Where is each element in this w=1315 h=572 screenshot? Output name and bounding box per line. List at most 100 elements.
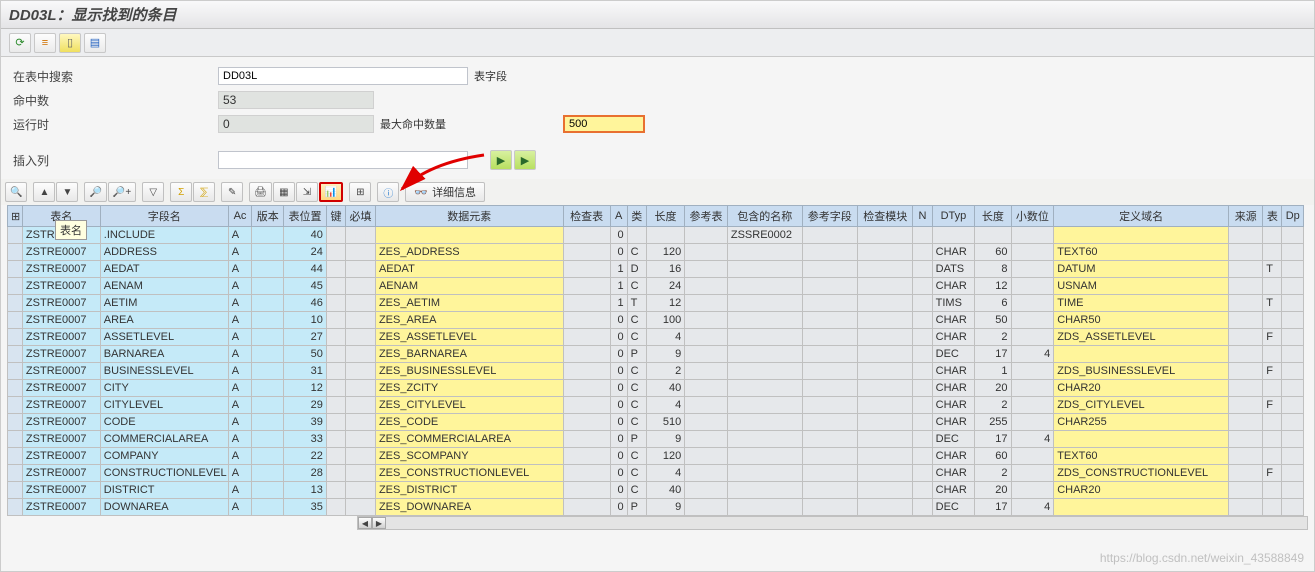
column-header[interactable]: 字段名	[100, 206, 228, 227]
column-header[interactable]: 参考字段	[802, 206, 857, 227]
details-button[interactable]: 👓详细信息	[405, 182, 485, 202]
layout-button[interactable]: ⊞	[349, 182, 371, 202]
table-row[interactable]: ZSTRE0007CITYA12ZES_ZCITY0C40CHAR20CHAR2…	[8, 380, 1304, 397]
cell[interactable]	[8, 261, 23, 278]
column-header[interactable]: A	[610, 206, 627, 227]
filter-button[interactable]: ▽	[142, 182, 164, 202]
cell[interactable]	[8, 346, 23, 363]
table-row[interactable]: ZSTRE0007ASSETLEVELA27ZES_ASSETLEVEL0C4C…	[8, 329, 1304, 346]
column-header[interactable]: 定义域名	[1054, 206, 1229, 227]
column-header[interactable]: Ac	[228, 206, 251, 227]
print-button[interactable]: 🖨	[249, 182, 272, 202]
column-header[interactable]: 类	[627, 206, 646, 227]
cell[interactable]	[8, 227, 23, 244]
column-header[interactable]: 长度	[975, 206, 1011, 227]
cell[interactable]	[8, 380, 23, 397]
column-header[interactable]: 长度	[646, 206, 684, 227]
column-header[interactable]: 版本	[252, 206, 284, 227]
edit-button[interactable]: ✎	[221, 182, 243, 202]
table-row[interactable]: ZSTRE0007BARNAREAA50ZES_BARNAREA0P9DEC17…	[8, 346, 1304, 363]
column-header[interactable]: DTyp	[932, 206, 975, 227]
export-button[interactable]: ⇲	[296, 182, 318, 202]
cell[interactable]	[8, 363, 23, 380]
cell: 6	[975, 295, 1011, 312]
exec-green-button-2[interactable]: ▶	[514, 150, 536, 170]
sort-desc-button[interactable]: ▼	[56, 182, 78, 202]
refresh-button[interactable]: ⟳	[9, 33, 31, 53]
table-row[interactable]: ZSTRE0007CONSTRUCTIONLEVELA28ZES_CONSTRU…	[8, 465, 1304, 482]
cell	[913, 295, 932, 312]
find-button[interactable]: 🔎	[84, 182, 106, 202]
column-header[interactable]: 检查模块	[857, 206, 912, 227]
cell[interactable]	[8, 278, 23, 295]
insert-input[interactable]	[218, 151, 468, 169]
new-button[interactable]: ▯	[59, 33, 81, 53]
column-header[interactable]: 检查表	[563, 206, 610, 227]
search-input[interactable]	[218, 67, 468, 85]
sort-asc-button[interactable]: ▲	[33, 182, 55, 202]
table-row[interactable]: ZSTRE0007CODEA39ZES_CODE0C510CHAR255CHAR…	[8, 414, 1304, 431]
scroll-left-icon[interactable]: ◀	[358, 517, 372, 529]
column-header[interactable]: ⊞	[8, 206, 23, 227]
table-row[interactable]: ZSTRE0007.INCLUDEA400ZSSRE0002	[8, 227, 1304, 244]
column-header[interactable]: 必填	[346, 206, 376, 227]
column-header[interactable]: 参考表	[685, 206, 728, 227]
horizontal-scrollbar[interactable]: ◀ ▶	[357, 516, 1308, 530]
table-row[interactable]: ZSTRE0007BUSINESSLEVELA31ZES_BUSINESSLEV…	[8, 363, 1304, 380]
cell[interactable]	[8, 448, 23, 465]
column-header[interactable]: 包含的名称	[727, 206, 802, 227]
info-button[interactable]: ⓘ	[377, 182, 399, 202]
table-row[interactable]: ZSTRE0007AENAMA45AENAM1C24CHAR12USNAM	[8, 278, 1304, 295]
cell[interactable]	[8, 244, 23, 261]
cell: CHAR	[932, 414, 975, 431]
cell[interactable]	[8, 329, 23, 346]
cell	[1229, 363, 1263, 380]
cell[interactable]	[8, 397, 23, 414]
column-header[interactable]: N	[913, 206, 932, 227]
cell[interactable]	[8, 295, 23, 312]
cell: 2	[975, 329, 1011, 346]
table-row[interactable]: ZSTRE0007DOWNAREAA35ZES_DOWNAREA0P9DEC17…	[8, 499, 1304, 516]
column-header[interactable]: 数据元素	[375, 206, 563, 227]
scroll-right-icon[interactable]: ▶	[372, 517, 386, 529]
cell: ZSTRE0007	[22, 329, 100, 346]
cell[interactable]	[8, 499, 23, 516]
column-header[interactable]: 表位置	[284, 206, 327, 227]
cell[interactable]	[8, 482, 23, 499]
table-row[interactable]: ZSTRE0007AEDATA44AEDAT1D16DATS8DATUMT	[8, 261, 1304, 278]
cell	[685, 261, 728, 278]
cell	[1229, 448, 1263, 465]
cell[interactable]	[8, 431, 23, 448]
column-header[interactable]: Dp	[1282, 206, 1304, 227]
view-button[interactable]: ▦	[273, 182, 295, 202]
column-header[interactable]: 键	[326, 206, 345, 227]
export-excel-button[interactable]: 📊	[319, 182, 343, 202]
table-row[interactable]: ZSTRE0007COMPANYA22ZES_SCOMPANY0C120CHAR…	[8, 448, 1304, 465]
cell	[252, 397, 284, 414]
list-button[interactable]: ▤	[84, 33, 106, 53]
sum-button[interactable]: Σ	[170, 182, 192, 202]
cell: A	[228, 312, 251, 329]
table-row[interactable]: ZSTRE0007COMMERCIALAREAA33ZES_COMMERCIAL…	[8, 431, 1304, 448]
column-header[interactable]: 来源	[1229, 206, 1263, 227]
subtotal-button[interactable]: ⅀	[193, 182, 215, 202]
table-row[interactable]: ZSTRE0007ADDRESSA24ZES_ADDRESS0C120CHAR6…	[8, 244, 1304, 261]
cell[interactable]	[8, 414, 23, 431]
cell: TEXT60	[1054, 244, 1229, 261]
exec-green-button[interactable]: ▶	[490, 150, 512, 170]
table-row[interactable]: ZSTRE0007AREAA10ZES_AREA0C100CHAR50CHAR5…	[8, 312, 1304, 329]
find-next-button[interactable]: 🔎+	[108, 182, 136, 202]
nav-button[interactable]: ≡	[34, 33, 56, 53]
column-header[interactable]: 小数位	[1011, 206, 1054, 227]
max-hits-input[interactable]	[563, 115, 645, 133]
details-icon-button[interactable]: 🔍	[5, 182, 27, 202]
cell[interactable]	[8, 465, 23, 482]
cell	[685, 448, 728, 465]
column-header[interactable]: 表	[1263, 206, 1282, 227]
table-row[interactable]: ZSTRE0007DISTRICTA13ZES_DISTRICT0C40CHAR…	[8, 482, 1304, 499]
cell: CHAR	[932, 329, 975, 346]
cell	[727, 397, 802, 414]
cell[interactable]	[8, 312, 23, 329]
table-row[interactable]: ZSTRE0007AETIMA46ZES_AETIM1T12TIMS6TIMET	[8, 295, 1304, 312]
table-row[interactable]: ZSTRE0007CITYLEVELA29ZES_CITYLEVEL0C4CHA…	[8, 397, 1304, 414]
